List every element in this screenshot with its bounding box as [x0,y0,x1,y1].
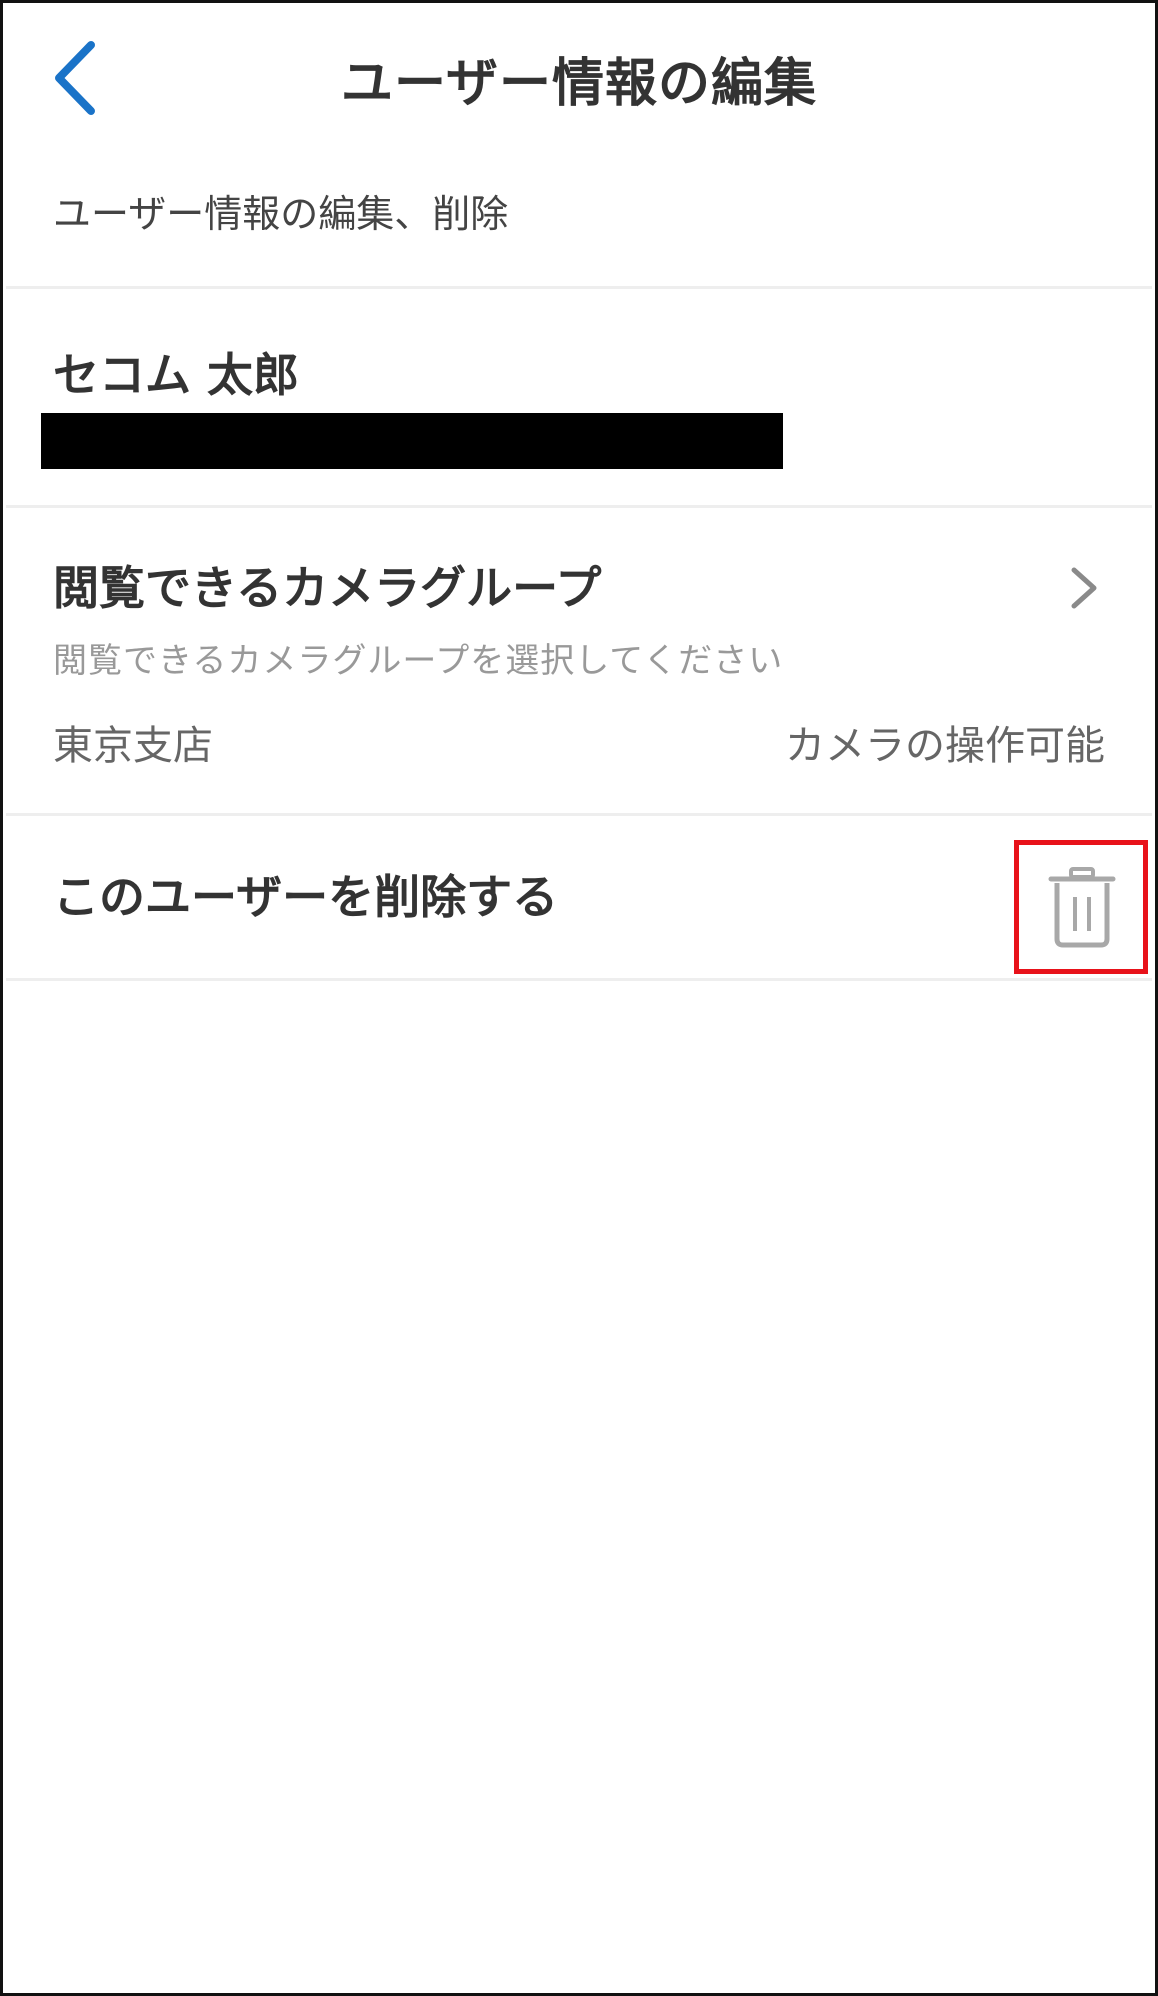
delete-user-row: このユーザーを削除する [6,815,1152,980]
divider [6,286,1152,289]
trash-icon [1048,867,1116,948]
camera-group-row[interactable]: 閲覧できるカメラグループ 閲覧できるカメラグループを選択してください 東京支店 … [6,508,1152,813]
camera-group-name: 東京支店 [53,723,213,769]
delete-user-label: このユーザーを削除する [53,870,559,924]
chevron-right-icon [1071,567,1097,609]
page-title: ユーザー情報の編集 [341,54,817,114]
back-button[interactable] [39,33,109,123]
divider [6,978,1152,981]
user-name: セコム 太郎 [53,348,300,402]
camera-group-hint: 閲覧できるカメラグループを選択してください [53,641,784,681]
camera-group-title: 閲覧できるカメラグループ [53,561,602,615]
delete-user-button[interactable] [1014,840,1148,974]
chevron-left-icon [55,41,95,115]
page-subtitle: ユーザー情報の編集、削除 [53,192,509,236]
camera-group-permission: カメラの操作可能 [785,723,1105,769]
app-screen: ユーザー情報の編集 ユーザー情報の編集、削除 セコム 太郎 閲覧できるカメラグル… [0,0,1158,1996]
redacted-field [41,413,783,469]
navigation-bar: ユーザー情報の編集 [3,3,1155,149]
